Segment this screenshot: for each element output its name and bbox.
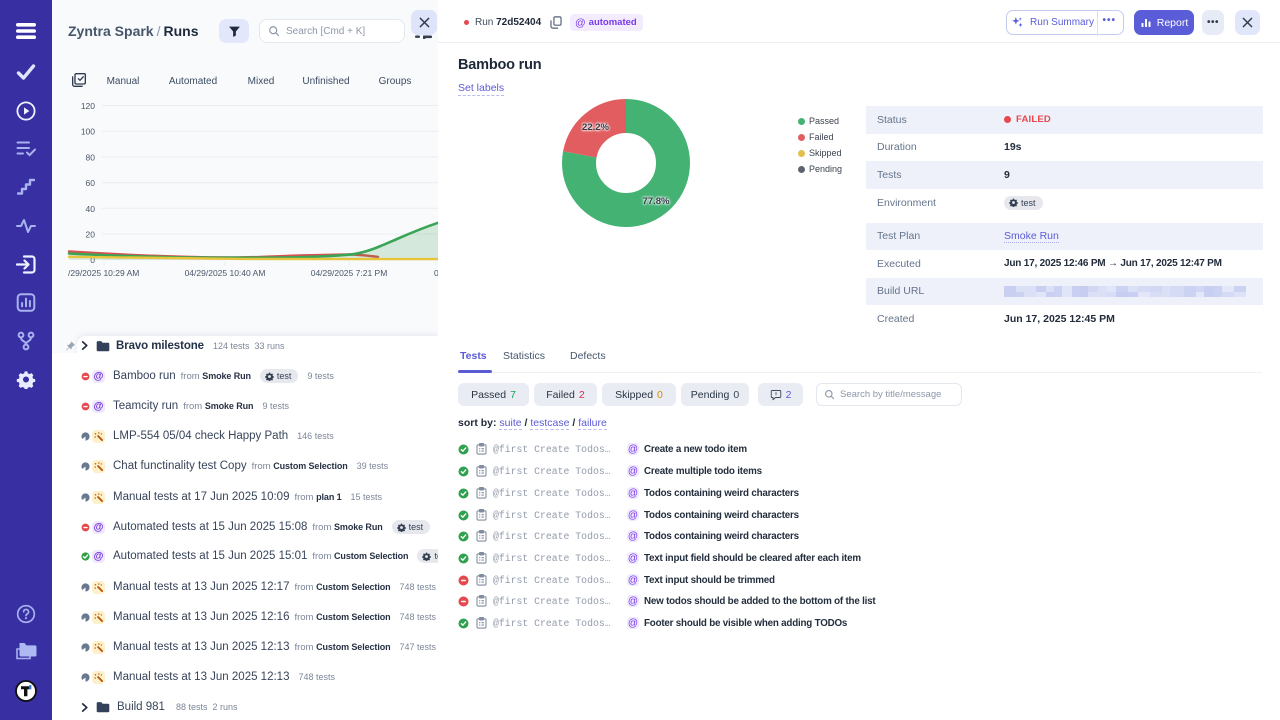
svg-text:/29/2025 10:29 AM: /29/2025 10:29 AM [68,268,139,278]
svg-text:22.2%: 22.2% [582,122,609,133]
svg-text:20: 20 [86,230,96,240]
svg-text:40: 40 [86,204,96,214]
svg-text:04/29/2025 10:40 AM: 04/29/2025 10:40 AM [185,268,266,278]
svg-text:120: 120 [81,101,95,111]
svg-text:77.8%: 77.8% [643,196,670,207]
svg-text:60: 60 [86,178,96,188]
svg-text:80: 80 [86,152,96,162]
svg-text:100: 100 [81,127,95,137]
svg-text:04/29/2025 7:21 PM: 04/29/2025 7:21 PM [311,268,388,278]
